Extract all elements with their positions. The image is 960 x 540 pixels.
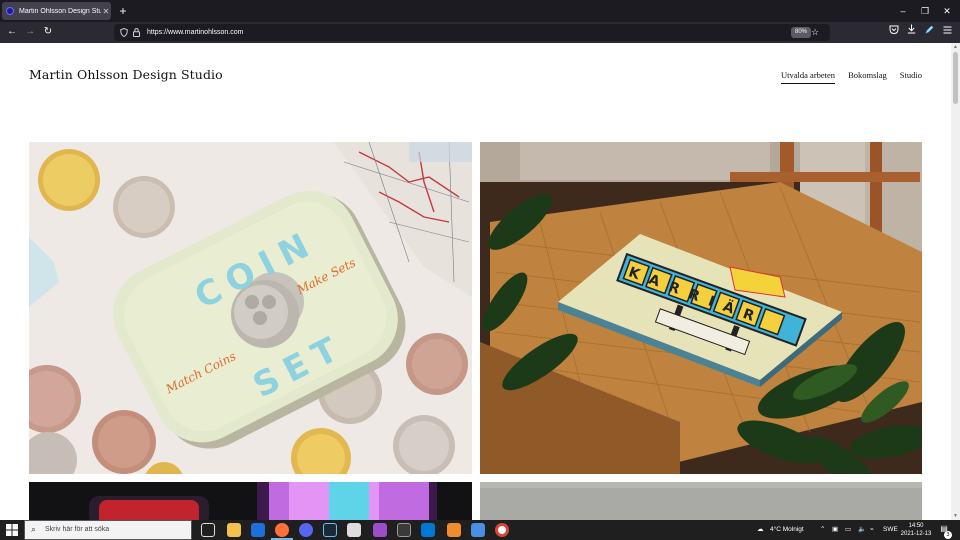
- restore-button[interactable]: ❐: [915, 3, 935, 19]
- page-scrollbar[interactable]: ▲ ▼: [951, 43, 960, 520]
- new-tab-button[interactable]: +: [116, 3, 130, 19]
- app-purple-icon[interactable]: [373, 523, 387, 537]
- tray-chevron-icon[interactable]: ⌃: [820, 520, 825, 540]
- web-page: Martin Ohlsson Design Studio Utvalda arb…: [0, 43, 951, 520]
- browser-toolbar: ← → ↻ https://www.martinohlsson.com 80% …: [0, 22, 960, 43]
- scrollbar-thumb[interactable]: [953, 52, 958, 104]
- bookmark-star-icon[interactable]: ☆: [811, 24, 819, 41]
- weather-text[interactable]: 4°C Molnigt: [770, 520, 804, 540]
- url-text[interactable]: https://www.martinohlsson.com: [147, 24, 243, 41]
- extension-pen-icon[interactable]: [921, 24, 937, 40]
- zoom-level-badge[interactable]: 80%: [791, 27, 812, 38]
- notification-count: 3: [944, 531, 952, 539]
- clock-time: 14:50: [908, 523, 924, 529]
- windows-start-icon[interactable]: [6, 524, 18, 536]
- karriar-image: KARRIÄR: [480, 142, 922, 474]
- portfolio-tile-karriar[interactable]: KARRIÄR: [480, 142, 922, 474]
- scroll-down-arrow-icon[interactable]: ▼: [951, 513, 960, 519]
- portfolio-tile-device[interactable]: [29, 482, 472, 520]
- speaker-icon[interactable]: 🔈: [858, 520, 866, 540]
- browser-tab-active[interactable]: Martin Ohlsson Design Studio ✕: [2, 2, 111, 20]
- url-bar[interactable]: https://www.martinohlsson.com 80% ☆: [114, 24, 830, 41]
- input-language[interactable]: SWE: [883, 520, 898, 540]
- minimize-button[interactable]: –: [893, 3, 913, 19]
- search-placeholder: Skriv här för att söka: [45, 526, 110, 533]
- concrete-image: [480, 482, 922, 520]
- taskbar-clock[interactable]: 14:50 2021-12-13: [898, 522, 934, 538]
- task-view-icon[interactable]: [201, 523, 215, 537]
- nav-link-utvalda-arbeten[interactable]: Utvalda arbeten: [781, 70, 836, 84]
- weather-icon[interactable]: ☁: [757, 520, 764, 540]
- shield-icon[interactable]: [120, 24, 128, 41]
- nav-link-studio[interactable]: Studio: [900, 70, 922, 84]
- chrome-icon[interactable]: [495, 523, 509, 537]
- menu-icon[interactable]: [939, 24, 955, 40]
- app-blue-icon[interactable]: [251, 523, 265, 537]
- clock-date: 2021-12-13: [900, 531, 932, 537]
- portfolio-tile-coin-set[interactable]: COIN SET Make Sets Match Coins: [29, 142, 472, 474]
- site-title[interactable]: Martin Ohlsson Design Studio: [29, 67, 223, 82]
- coin-set-image: COIN SET Make Sets Match Coins: [29, 142, 472, 474]
- tab-title: Martin Ohlsson Design Studio: [19, 7, 101, 15]
- vscode-icon[interactable]: [421, 523, 435, 537]
- device-image: [29, 482, 472, 520]
- search-icon: ⌕: [31, 524, 37, 534]
- site-nav: Utvalda arbeten Bokomslag Studio: [781, 70, 922, 84]
- terminal-icon[interactable]: [397, 523, 411, 537]
- browser-tab-strip: Martin Ohlsson Design Studio ✕ + – ❐ ✕: [0, 0, 960, 22]
- app-gray-icon[interactable]: [347, 523, 361, 537]
- firefox-icon[interactable]: [275, 523, 289, 537]
- pocket-icon[interactable]: [886, 24, 902, 40]
- portfolio-tile-concrete[interactable]: [480, 482, 922, 520]
- discord-icon[interactable]: [299, 523, 313, 537]
- tray-display-icon[interactable]: ▭: [845, 520, 851, 540]
- tab-close-icon[interactable]: ✕: [101, 7, 111, 16]
- taskbar-search-box[interactable]: ⌕ Skriv här för att söka: [24, 520, 192, 540]
- reload-button[interactable]: ↻: [40, 24, 56, 40]
- scroll-up-arrow-icon[interactable]: ▲: [951, 44, 960, 50]
- file-explorer-icon[interactable]: [227, 523, 241, 537]
- notification-center-icon[interactable]: ▤ 3: [938, 524, 952, 539]
- network-icon[interactable]: ⌁: [870, 520, 874, 540]
- lock-icon[interactable]: [133, 24, 140, 41]
- close-window-button[interactable]: ✕: [937, 3, 957, 19]
- steam-icon[interactable]: [323, 523, 337, 537]
- site-favicon-icon: [6, 7, 14, 15]
- app-orange-icon[interactable]: [447, 523, 461, 537]
- downloads-icon[interactable]: [903, 24, 919, 40]
- back-button[interactable]: ←: [4, 24, 20, 40]
- nav-link-bokomslag[interactable]: Bokomslag: [848, 70, 887, 84]
- windows-taskbar: ⌕ Skriv här för att söka ☁ 4°C Molnigt ⌃…: [0, 520, 960, 540]
- tray-app-icon[interactable]: ▣: [832, 520, 838, 540]
- forward-button[interactable]: →: [22, 24, 38, 40]
- calculator-icon[interactable]: [471, 523, 485, 537]
